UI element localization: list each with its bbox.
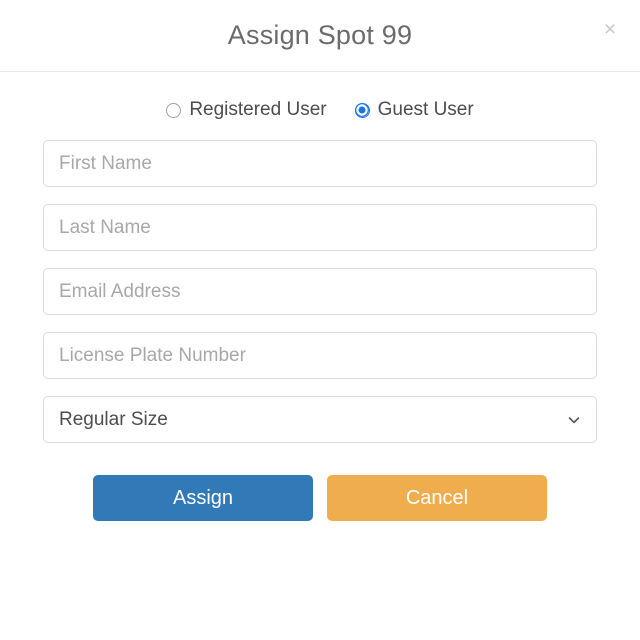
assign-button[interactable]: Assign — [93, 475, 313, 521]
radio-label-guest-user: Guest User — [377, 99, 474, 120]
field-first-name — [0, 140, 640, 187]
spot-size-select[interactable]: Regular Size — [43, 396, 597, 443]
modal-footer-buttons: Assign Cancel — [0, 475, 640, 521]
radio-mark-guest-user[interactable] — [354, 102, 370, 118]
license-plate-number-input[interactable] — [43, 332, 597, 379]
user-type-radio-group: Registered User Guest User — [0, 97, 640, 123]
field-license-plate-number — [0, 332, 640, 379]
last-name-input[interactable] — [43, 204, 597, 251]
radio-option-guest-user[interactable]: Guest User — [354, 99, 474, 121]
assign-spot-modal: Assign Spot 99 × Registered User Guest U… — [0, 0, 640, 640]
radio-mark-registered-user[interactable] — [166, 102, 182, 118]
radio-label-registered-user: Registered User — [189, 99, 327, 120]
email-address-input[interactable] — [43, 268, 597, 315]
close-icon[interactable]: × — [597, 17, 623, 43]
modal-body: Registered User Guest User Regular Size — [0, 97, 640, 521]
page-title: Assign Spot 99 — [227, 20, 413, 50]
field-email-address — [0, 268, 640, 315]
field-spot-size: Regular Size — [0, 396, 640, 443]
first-name-input[interactable] — [43, 140, 597, 187]
field-last-name — [0, 204, 640, 251]
modal-header: Assign Spot 99 × — [0, 0, 640, 72]
radio-option-registered-user[interactable]: Registered User — [166, 99, 327, 121]
spot-size-select-wrapper: Regular Size — [43, 396, 597, 443]
cancel-button[interactable]: Cancel — [327, 475, 547, 521]
